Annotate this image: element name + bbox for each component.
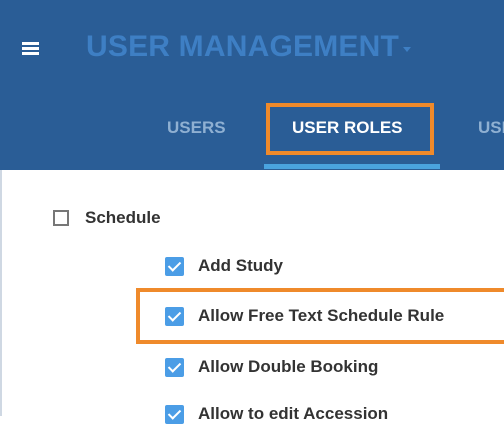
schedule-label: Schedule	[85, 208, 161, 227]
tab-users[interactable]: USERS	[167, 118, 226, 138]
tab-highlight-box	[266, 103, 434, 155]
app-title-dropdown[interactable]: USER MANAGEMENT	[86, 30, 412, 64]
double-booking-label: Allow Double Booking	[198, 357, 379, 376]
permission-highlight-box	[136, 288, 504, 344]
hamburger-menu-icon[interactable]	[22, 42, 39, 56]
add-study-checkbox[interactable]	[165, 256, 184, 276]
edit-accession-label: Allow to edit Accession	[198, 404, 389, 423]
tab-partial[interactable]: USI	[478, 118, 504, 138]
edit-accession-checkbox[interactable]	[165, 404, 184, 424]
app-title-text: USER MANAGEMENT	[86, 30, 400, 63]
double-booking-checkbox[interactable]	[165, 357, 184, 377]
permission-add-study: Add Study	[165, 256, 283, 276]
add-study-label: Add Study	[198, 256, 283, 275]
content-left-border	[0, 170, 2, 416]
active-tab-indicator	[264, 164, 440, 169]
permission-double-booking: Allow Double Booking	[165, 357, 378, 377]
schedule-checkbox[interactable]	[53, 210, 69, 226]
permission-group-schedule: Schedule	[53, 208, 161, 228]
caret-down-icon	[403, 46, 412, 52]
permission-edit-accession: Allow to edit Accession	[165, 404, 388, 424]
